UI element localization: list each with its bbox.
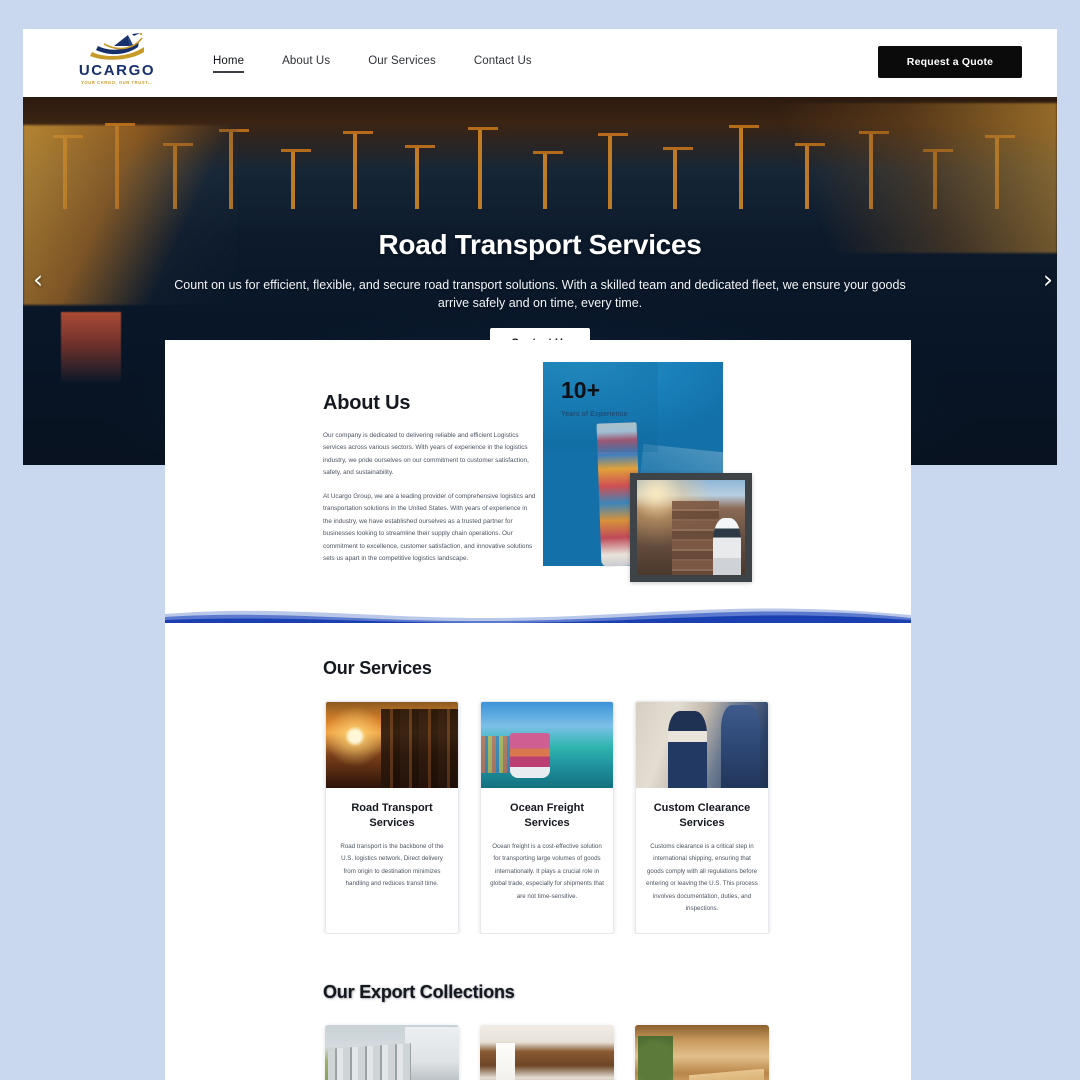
export-card[interactable]: [635, 1025, 769, 1080]
site-logo[interactable]: UCARGO YOUR CARGO, OUR TRUST...: [71, 32, 163, 90]
export-card-list: [325, 1025, 911, 1080]
service-title: Road Transport Services: [351, 802, 433, 829]
export-card[interactable]: [325, 1025, 459, 1080]
stone-slabs-image: [325, 1025, 459, 1080]
nav-item-about-us[interactable]: About Us: [282, 55, 330, 72]
hero-title: Road Transport Services: [378, 229, 702, 260]
service-description: Road transport is the backbone of the U.…: [340, 843, 444, 888]
service-card[interactable]: Road Transport Services Road transport i…: [325, 701, 459, 935]
service-description: Customs clearance is a critical step in …: [646, 843, 758, 913]
service-card[interactable]: Custom Clearance Services Customs cleara…: [635, 701, 769, 935]
experience-badge-label: Years of Experience: [561, 411, 628, 418]
restaurant-interior-image: [635, 1025, 769, 1080]
services-heading: Our Services: [323, 658, 432, 678]
about-inset-image-frame: [630, 473, 752, 582]
customs-officer-image: [636, 702, 768, 788]
service-title: Custom Clearance Services: [653, 802, 751, 829]
carousel-next-arrow[interactable]: ›: [1034, 266, 1062, 294]
site-header: UCARGO YOUR CARGO, OUR TRUST... Home Abo…: [23, 29, 1057, 97]
export-card[interactable]: [480, 1025, 614, 1080]
nav-item-our-services[interactable]: Our Services: [368, 55, 436, 72]
services-section: Our Services Road Transport Services Roa…: [165, 628, 911, 935]
service-card-body: Road Transport Services Road transport i…: [326, 788, 458, 909]
request-a-quote-button[interactable]: Request a Quote: [878, 46, 1022, 78]
about-heading: About Us: [323, 392, 411, 414]
trucks-at-sunset-image: [326, 702, 458, 788]
logo-wordmark: UCARGO: [78, 62, 156, 79]
about-text-column: About Us Our company is dedicated to del…: [323, 392, 537, 566]
service-card[interactable]: Ocean Freight Services Ocean freight is …: [480, 701, 614, 935]
page-root: UCARGO YOUR CARGO, OUR TRUST... Home Abo…: [0, 0, 1080, 1080]
export-collections-heading: Our Export Collections: [323, 982, 515, 1003]
about-section: About Us Our company is dedicated to del…: [165, 340, 911, 602]
service-card-body: Custom Clearance Services Customs cleara…: [636, 788, 768, 933]
wave-divider: [165, 602, 911, 628]
service-card-body: Ocean Freight Services Ocean freight is …: [481, 788, 613, 921]
service-description: Ocean freight is a cost-effective soluti…: [490, 843, 604, 900]
carousel-prev-arrow[interactable]: ‹: [24, 266, 52, 294]
container-ship-port-image: [481, 702, 613, 788]
nav-item-contact-us[interactable]: Contact Us: [474, 55, 532, 72]
services-card-list: Road Transport Services Road transport i…: [325, 701, 911, 935]
cargo-ship-plane-icon: [84, 32, 150, 62]
main-nav: Home About Us Our Services Contact Us: [213, 29, 532, 97]
nav-item-home[interactable]: Home: [213, 55, 245, 73]
main-content-card: About Us Our company is dedicated to del…: [165, 340, 911, 1080]
hero-subtitle: Count on us for efficient, flexible, and…: [174, 278, 906, 310]
export-collections-section: Our Export Collections: [165, 934, 911, 1080]
logo-tagline: YOUR CARGO, OUR TRUST...: [81, 80, 153, 85]
about-paragraph-1: Our company is dedicated to delivering r…: [323, 432, 529, 477]
about-paragraph-2: At Ucargo Group, we are a leading provid…: [323, 492, 536, 563]
experience-badge: 10+ Years of Experience: [543, 362, 659, 452]
experience-badge-number: 10+: [561, 377, 601, 403]
worker-containers-image: [637, 480, 745, 575]
service-title: Ocean Freight Services: [510, 802, 584, 829]
kitchen-cabinets-image: [480, 1025, 614, 1080]
